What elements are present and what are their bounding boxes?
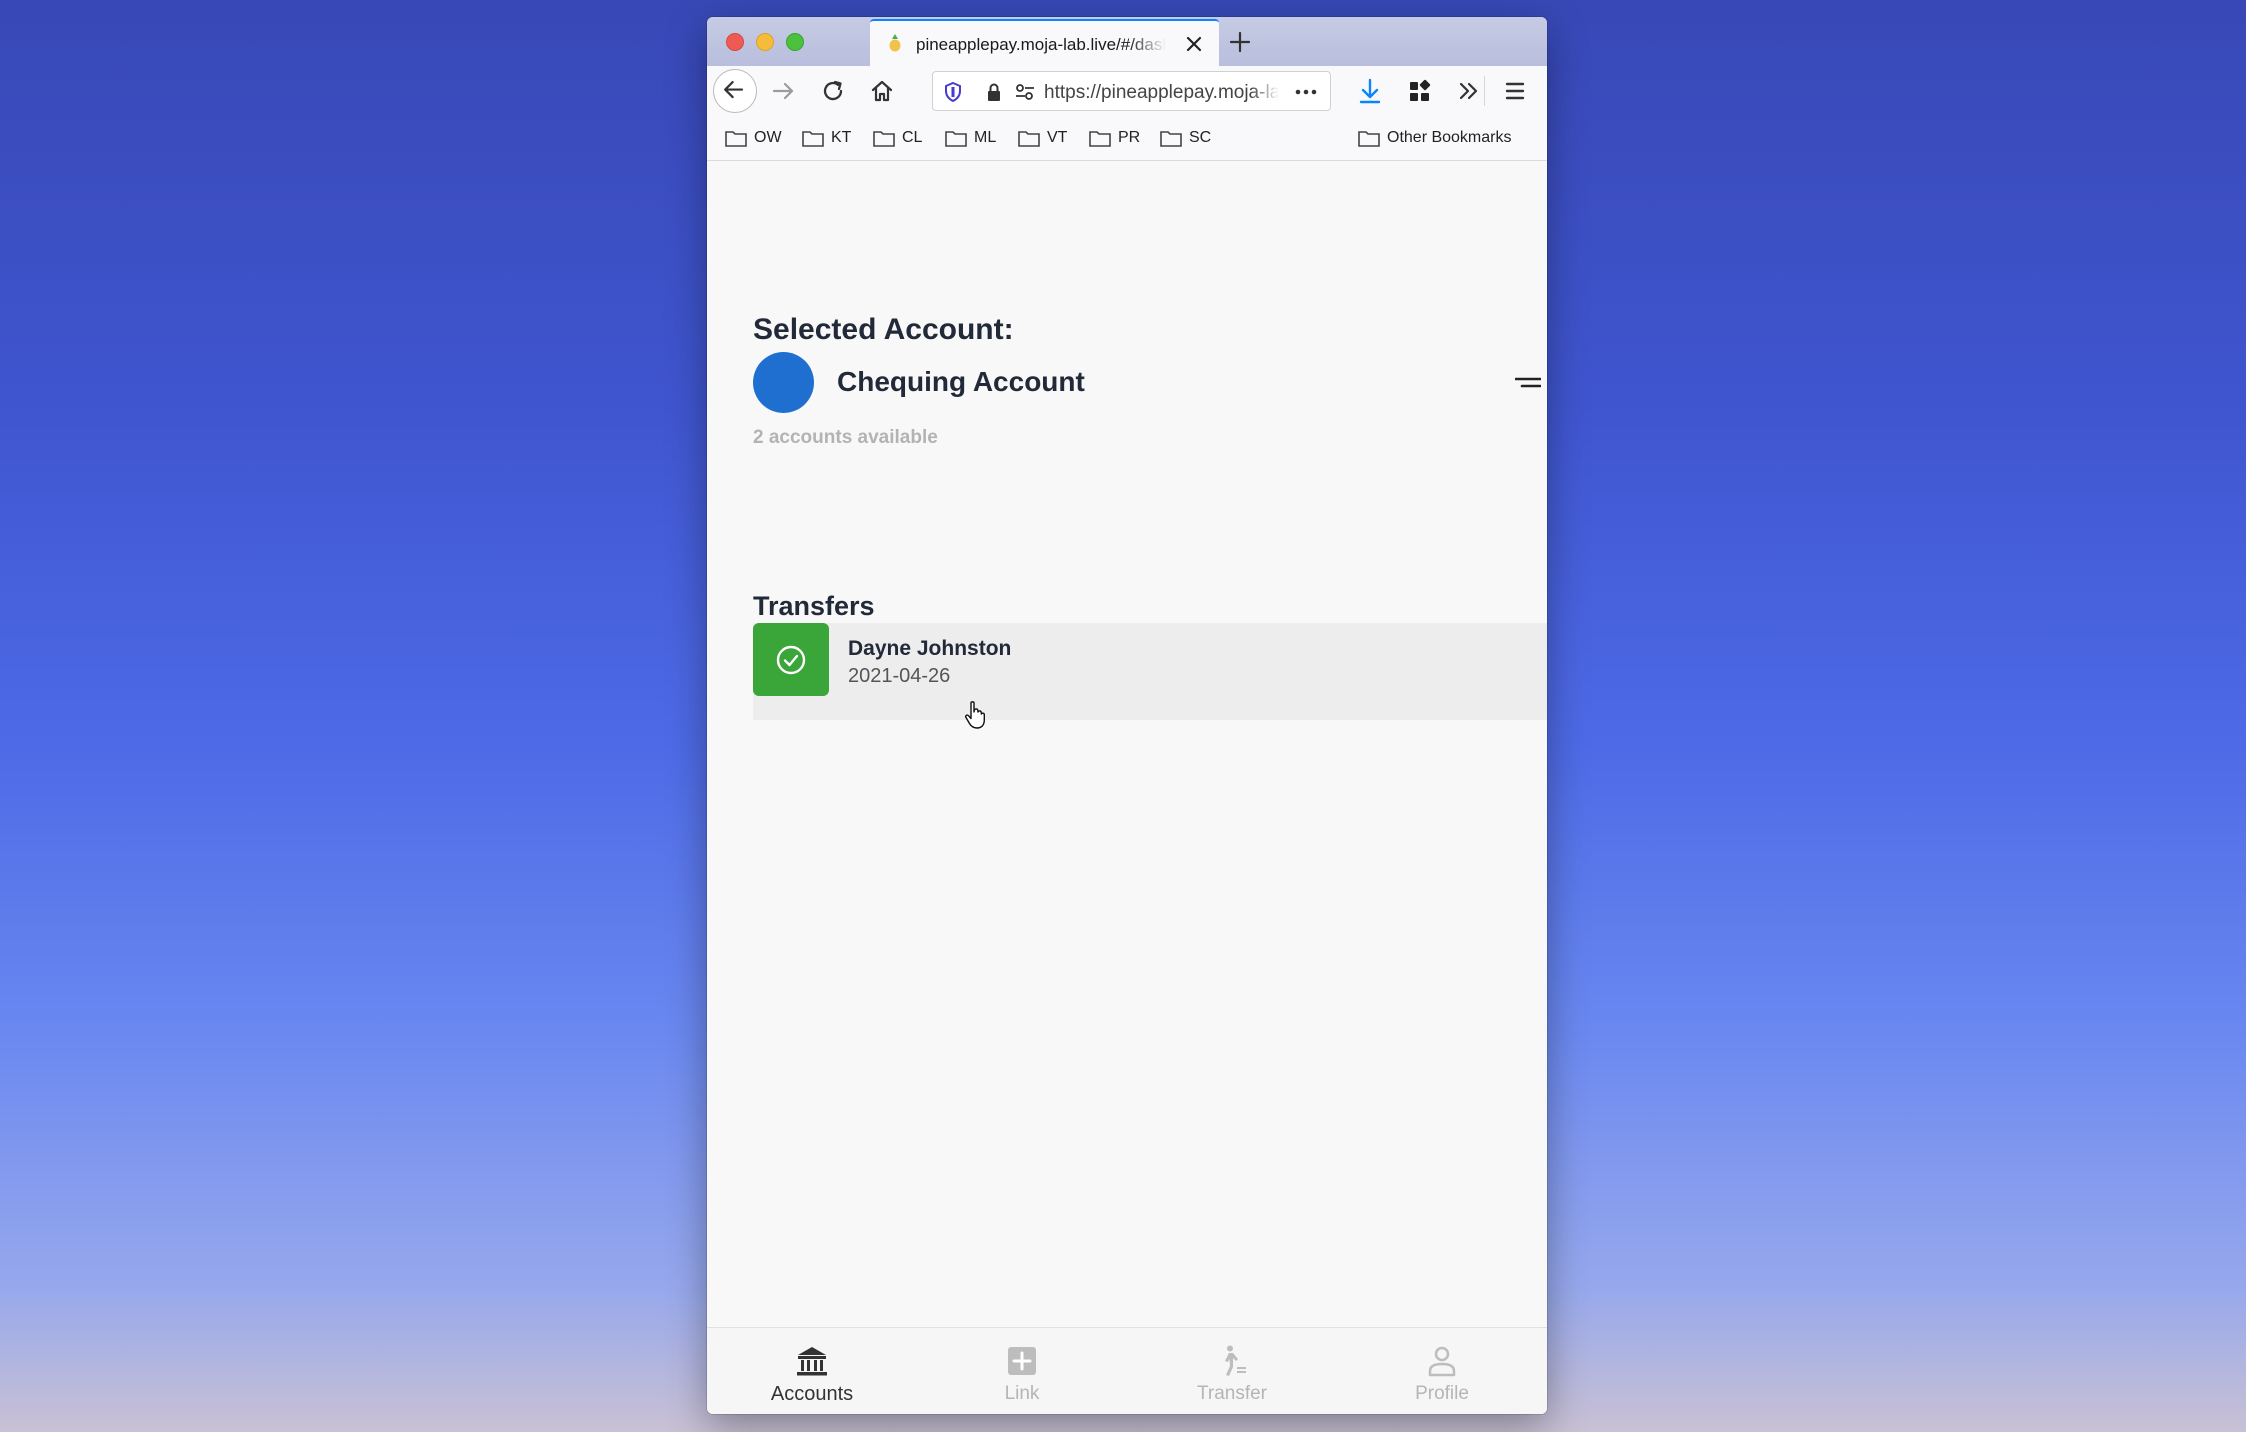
- toolbar-separator: [1484, 76, 1485, 106]
- tracking-shield-icon[interactable]: [942, 81, 964, 103]
- transfer-recipient-name: Dayne Johnston: [848, 637, 1012, 660]
- nav-link-label: Link: [1004, 1383, 1040, 1404]
- tab-strip: pineapplepay.moja-lab.live/#/dashboard: [707, 17, 1547, 66]
- page-actions-icon[interactable]: [1293, 81, 1319, 103]
- bottom-navigation: Accounts Link Transfer Profile: [707, 1327, 1547, 1414]
- nav-transfer[interactable]: Transfer: [1127, 1328, 1337, 1414]
- forward-arrow-icon[interactable]: [766, 73, 802, 109]
- other-bookmarks-label: Other Bookmarks: [1387, 129, 1512, 146]
- close-window-button[interactable]: [726, 33, 744, 51]
- accounts-available-text[interactable]: 2 accounts available: [753, 427, 938, 449]
- overflow-chevron-icon[interactable]: [1451, 73, 1487, 109]
- permissions-icon[interactable]: [1014, 81, 1036, 103]
- folder-icon: [1089, 131, 1111, 147]
- bookmark-folder[interactable]: SC: [1159, 127, 1211, 149]
- browser-window: pineapplepay.moja-lab.live/#/dashboard: [707, 17, 1547, 1414]
- transfer-list-item[interactable]: Dayne Johnston 2021-04-26: [753, 623, 1547, 720]
- folder-icon: [802, 131, 824, 147]
- person-icon: [1428, 1346, 1456, 1377]
- reload-icon[interactable]: [815, 73, 851, 109]
- page-content: Selected Account: Chequing Account 2 acc…: [707, 162, 1547, 1414]
- transfers-heading: Transfers: [753, 591, 875, 621]
- nav-profile-label: Profile: [1415, 1383, 1469, 1404]
- nav-accounts[interactable]: Accounts: [707, 1328, 917, 1414]
- new-tab-icon[interactable]: [1225, 27, 1255, 57]
- account-menu-icon[interactable]: [1515, 376, 1541, 390]
- close-tab-icon[interactable]: [1183, 33, 1205, 55]
- download-icon[interactable]: [1352, 73, 1388, 109]
- bookmark-label: OW: [754, 129, 782, 146]
- folder-icon: [1018, 131, 1040, 147]
- hand-pointer-cursor-icon: [965, 701, 985, 729]
- account-name: Chequing Account: [837, 366, 1085, 397]
- folder-icon: [873, 131, 895, 147]
- bank-icon: [797, 1347, 827, 1376]
- address-bar[interactable]: https://pineapplepay.moja-lab.live/#/das…: [932, 71, 1331, 111]
- nav-profile[interactable]: Profile: [1337, 1328, 1547, 1414]
- back-arrow-icon: [724, 80, 744, 99]
- folder-icon: [945, 131, 967, 147]
- tab-title: pineapplepay.moja-lab.live/#/dashboard: [916, 35, 1166, 54]
- url-text[interactable]: https://pineapplepay.moja-lab.live/#/das…: [1044, 82, 1279, 104]
- navigation-bar: https://pineapplepay.moja-lab.live/#/das…: [707, 66, 1547, 116]
- nav-link[interactable]: Link: [917, 1328, 1127, 1414]
- extensions-grid-icon[interactable]: [1401, 73, 1437, 109]
- pineapple-favicon-icon: [889, 34, 901, 52]
- check-circle-icon: [776, 645, 806, 674]
- bookmark-label: KT: [831, 129, 852, 146]
- folder-icon: [1160, 131, 1182, 147]
- account-avatar: [753, 352, 814, 413]
- hamburger-menu-icon[interactable]: [1497, 73, 1533, 109]
- other-bookmarks-folder[interactable]: Other Bookmarks: [1357, 127, 1511, 149]
- transfer-status-badge: [753, 623, 829, 696]
- bookmark-label: SC: [1189, 129, 1212, 146]
- bookmark-folder[interactable]: OW: [724, 127, 782, 149]
- walking-person-icon: [1225, 1345, 1246, 1376]
- plus-square-icon: [1008, 1347, 1036, 1375]
- bookmark-label: PR: [1118, 129, 1141, 146]
- folder-icon: [1358, 131, 1380, 147]
- nav-transfer-label: Transfer: [1196, 1383, 1268, 1404]
- minimize-window-button[interactable]: [756, 33, 774, 51]
- browser-tab[interactable]: pineapplepay.moja-lab.live/#/dashboard: [870, 19, 1219, 66]
- bookmark-folder[interactable]: KT: [801, 127, 851, 149]
- bookmark-label: ML: [974, 129, 997, 146]
- bookmark-folder[interactable]: ML: [944, 127, 996, 149]
- bookmark-folder[interactable]: CL: [872, 127, 922, 149]
- transfer-date: 2021-04-26: [848, 665, 951, 687]
- folder-icon: [725, 131, 747, 147]
- lock-icon[interactable]: [983, 81, 1005, 103]
- bookmark-folder[interactable]: VT: [1017, 127, 1067, 149]
- selected-account-heading: Selected Account:: [753, 313, 1014, 346]
- zoom-window-button[interactable]: [786, 33, 804, 51]
- back-button[interactable]: [713, 69, 757, 113]
- bookmark-label: CL: [902, 129, 923, 146]
- bookmark-label: VT: [1047, 129, 1068, 146]
- bookmarks-bar: OW KT CL ML VT PR SC Other Bookmarks: [707, 116, 1547, 161]
- bookmark-folder[interactable]: PR: [1088, 127, 1140, 149]
- home-icon[interactable]: [864, 73, 900, 109]
- nav-accounts-label: Accounts: [770, 1383, 854, 1405]
